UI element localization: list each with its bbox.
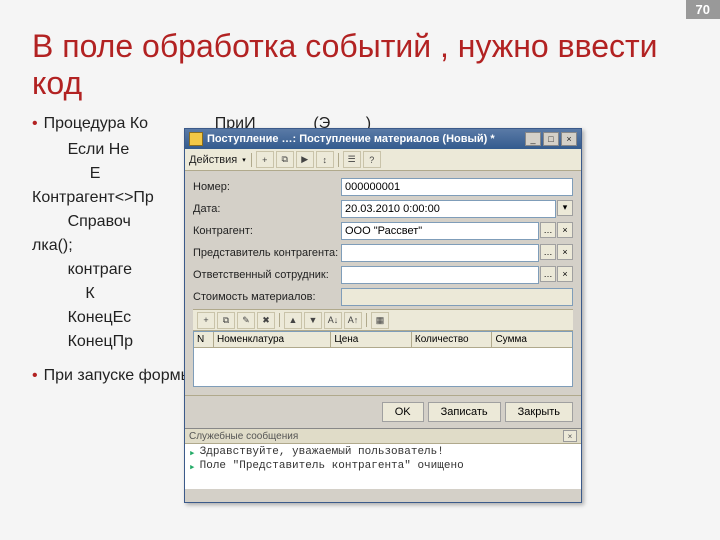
grid-btn-sortdesc-icon[interactable]: A↑ bbox=[344, 312, 362, 329]
actions-menu[interactable]: Действия bbox=[189, 154, 237, 166]
responsible-choose-button[interactable]: … bbox=[540, 266, 556, 282]
close-window-button[interactable]: × bbox=[561, 132, 577, 146]
grid-header-row: N Номенклатура Цена Количество Сумма bbox=[194, 332, 572, 348]
grid-col-price[interactable]: Цена bbox=[331, 332, 412, 347]
label-responsible: Ответственный сотрудник: bbox=[193, 269, 341, 281]
message-line: ▸ Здравствуйте, уважаемый пользователь! bbox=[189, 446, 577, 460]
app-window: Поступление …: Поступление материалов (Н… bbox=[184, 128, 582, 503]
messages-header: Служебные сообщения × bbox=[185, 429, 581, 444]
window-title: Поступление …: Поступление материалов (Н… bbox=[207, 133, 523, 145]
message-line: ▸ Поле "Представитель контрагента" очищен… bbox=[189, 460, 577, 474]
ok-button[interactable]: OK bbox=[382, 402, 424, 422]
toolbar-separator bbox=[279, 313, 280, 327]
titlebar[interactable]: Поступление …: Поступление материалов (Н… bbox=[185, 129, 581, 149]
messages-close-button[interactable]: × bbox=[563, 430, 577, 442]
app-icon bbox=[189, 132, 203, 146]
toolbar-btn-help-icon[interactable]: ? bbox=[363, 151, 381, 168]
message-text: Поле "Представитель контрагента" очищено bbox=[200, 460, 464, 472]
messages-panel: Служебные сообщения × ▸ Здравствуйте, ува… bbox=[185, 428, 581, 488]
status-bar bbox=[185, 488, 581, 502]
toolbar-btn-nav-icon[interactable]: ↕ bbox=[316, 151, 334, 168]
grid-col-sum[interactable]: Сумма bbox=[492, 332, 572, 347]
save-button[interactable]: Записать bbox=[428, 402, 501, 422]
label-cost: Стоимость материалов: bbox=[193, 291, 341, 303]
label-date: Дата: bbox=[193, 203, 341, 215]
message-text: Здравствуйте, уважаемый пользователь! bbox=[200, 446, 444, 458]
toolbar-btn-add-icon[interactable]: + bbox=[256, 151, 274, 168]
messages-title: Служебные сообщения bbox=[189, 431, 298, 442]
counterparty-clear-button[interactable]: × bbox=[557, 222, 573, 238]
grid-btn-add-icon[interactable]: + bbox=[197, 312, 215, 329]
form-area: Номер: 000000001 Дата: 20.03.2010 0:00:0… bbox=[185, 171, 581, 395]
messages-body: ▸ Здравствуйте, уважаемый пользователь! ▸… bbox=[185, 444, 581, 488]
grid-btn-sortasc-icon[interactable]: A↓ bbox=[324, 312, 342, 329]
representative-clear-button[interactable]: × bbox=[557, 244, 573, 260]
toolbar-btn-post-icon[interactable]: ▶ bbox=[296, 151, 314, 168]
minimize-button[interactable]: _ bbox=[525, 132, 541, 146]
representative-field[interactable] bbox=[341, 244, 539, 262]
button-bar: OK Записать Закрыть bbox=[185, 395, 581, 428]
grid-toolbar: + ⧉ ✎ ✖ ▲ ▼ A↓ A↑ ▦ bbox=[193, 309, 573, 331]
toolbar-separator bbox=[338, 153, 339, 167]
date-dropdown-icon[interactable]: ▾ bbox=[557, 200, 573, 216]
toolbar-separator bbox=[366, 313, 367, 327]
bullet-dot: • bbox=[32, 112, 38, 136]
bullet-icon: ▸ bbox=[189, 460, 196, 474]
label-number: Номер: bbox=[193, 181, 341, 193]
bullet-icon: ▸ bbox=[189, 446, 196, 460]
responsible-clear-button[interactable]: × bbox=[557, 266, 573, 282]
date-field[interactable]: 20.03.2010 0:00:00 bbox=[341, 200, 556, 218]
grid-btn-moveup-icon[interactable]: ▲ bbox=[284, 312, 302, 329]
grid-col-nomenclature[interactable]: Номенклатура bbox=[214, 332, 331, 347]
slide-title: В поле обработка событий , нужно ввести … bbox=[32, 28, 688, 102]
actions-dropdown-icon[interactable]: ▾ bbox=[241, 156, 247, 164]
cost-field bbox=[341, 288, 573, 306]
close-button[interactable]: Закрыть bbox=[505, 402, 573, 422]
representative-choose-button[interactable]: … bbox=[540, 244, 556, 260]
page-number: 70 bbox=[686, 0, 720, 19]
materials-grid[interactable]: N Номенклатура Цена Количество Сумма bbox=[193, 331, 573, 387]
label-representative: Представитель контрагента: bbox=[193, 247, 341, 259]
grid-col-n[interactable]: N bbox=[194, 332, 214, 347]
grid-col-qty[interactable]: Количество bbox=[412, 332, 493, 347]
counterparty-choose-button[interactable]: … bbox=[540, 222, 556, 238]
grid-btn-copy-icon[interactable]: ⧉ bbox=[217, 312, 235, 329]
number-field[interactable]: 000000001 bbox=[341, 178, 573, 196]
grid-btn-edit-icon[interactable]: ✎ bbox=[237, 312, 255, 329]
main-toolbar: Действия ▾ + ⧉ ▶ ↕ ☰ ? bbox=[185, 149, 581, 171]
bullet-dot: • bbox=[32, 364, 38, 388]
toolbar-separator bbox=[251, 153, 252, 167]
counterparty-field[interactable]: ООО "Рассвет" bbox=[341, 222, 539, 240]
grid-btn-delete-icon[interactable]: ✖ bbox=[257, 312, 275, 329]
responsible-field[interactable] bbox=[341, 266, 539, 284]
maximize-button[interactable]: □ bbox=[543, 132, 559, 146]
grid-btn-movedown-icon[interactable]: ▼ bbox=[304, 312, 322, 329]
toolbar-btn-copy-icon[interactable]: ⧉ bbox=[276, 151, 294, 168]
label-counterparty: Контрагент: bbox=[193, 225, 341, 237]
toolbar-btn-struct-icon[interactable]: ☰ bbox=[343, 151, 361, 168]
grid-btn-fill-icon[interactable]: ▦ bbox=[371, 312, 389, 329]
